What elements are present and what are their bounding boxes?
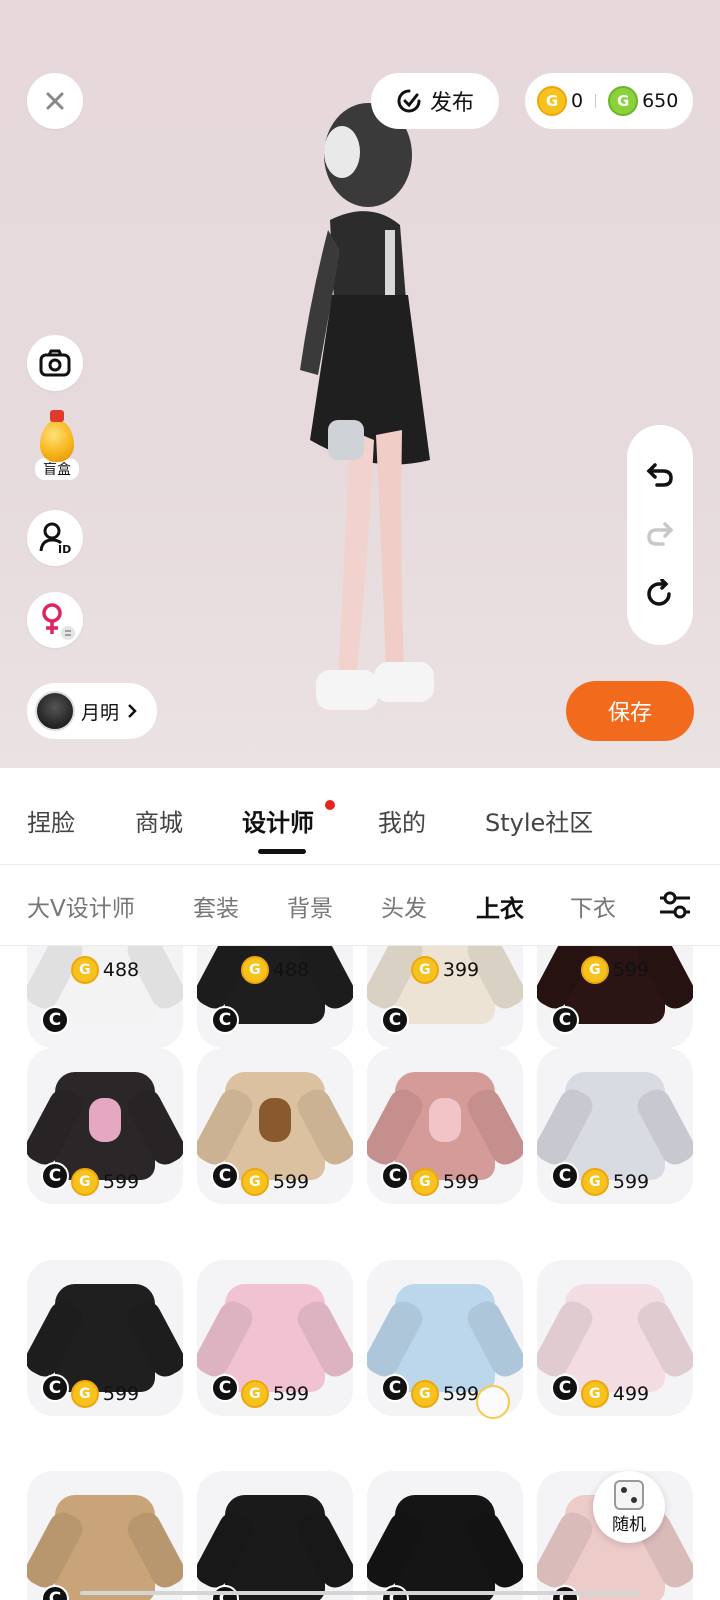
divider — [595, 94, 597, 108]
tab-big-v-designer[interactable]: 大V设计师 — [27, 889, 135, 923]
publish-button[interactable]: 发布 — [371, 73, 499, 129]
publish-icon — [397, 89, 421, 113]
gold-coin-icon: G — [410, 1168, 439, 1196]
gold-coin-icon: G — [70, 1380, 99, 1408]
item-price: G 599 — [197, 1380, 353, 1408]
female-switch-icon — [42, 603, 75, 640]
user-name: 月明 — [81, 701, 120, 724]
category-tab-bar: 大V设计师 套装 背景 头发 上衣 下衣 — [0, 865, 720, 946]
item-price: G 488 — [197, 956, 353, 984]
chevron-right-icon — [128, 704, 137, 718]
plush-decoration — [89, 1098, 121, 1142]
blind-box-button[interactable]: 盲盒 — [27, 410, 87, 486]
creator-badge-icon: C — [41, 1006, 69, 1034]
camera-icon — [39, 349, 71, 377]
item-price: G 599 — [27, 1168, 183, 1196]
tab-face[interactable]: 捏脸 — [27, 803, 75, 838]
avatar — [35, 691, 75, 731]
plush-decoration — [259, 1098, 291, 1142]
item-card[interactable]: C — [367, 1471, 523, 1600]
dice-icon — [614, 1479, 644, 1510]
item-price: G 599 — [537, 956, 693, 984]
publish-label: 发布 — [429, 91, 474, 116]
tab-mall[interactable]: 商城 — [135, 803, 183, 838]
tab-style-community[interactable]: Style社区 — [485, 803, 593, 838]
price-value: 599 — [102, 1171, 140, 1193]
camera-button[interactable] — [27, 335, 83, 391]
selection-ring — [476, 1385, 510, 1419]
tab-outfit[interactable]: 套装 — [193, 889, 239, 923]
price-value: 599 — [442, 1171, 480, 1193]
gold-coin-count: 0 — [571, 90, 584, 112]
price-value: 599 — [612, 959, 650, 981]
price-value: 599 — [102, 1383, 140, 1405]
creator-badge-icon: C — [211, 1006, 239, 1034]
avatar-id-button[interactable]: ID — [27, 510, 83, 566]
user-id-icon: ID — [39, 522, 71, 555]
edit-history-controls — [627, 425, 693, 645]
undo-icon[interactable] — [645, 461, 675, 489]
tab-mine[interactable]: 我的 — [378, 803, 426, 838]
tab-hair[interactable]: 头发 — [381, 889, 427, 923]
price-value: 599 — [612, 1171, 650, 1193]
price-value: 399 — [442, 959, 480, 981]
gender-switch-button[interactable] — [27, 592, 83, 648]
price-value: 599 — [272, 1383, 310, 1405]
plush-decoration — [429, 1098, 461, 1142]
notification-dot — [325, 800, 335, 810]
green-coin-count: 650 — [642, 90, 679, 112]
tab-designer[interactable]: 设计师 — [242, 803, 314, 838]
item-card[interactable]: C — [27, 1471, 183, 1600]
item-price: G 488 — [27, 956, 183, 984]
item-price: G 599 — [197, 1168, 353, 1196]
gold-coin-icon: G — [580, 1380, 609, 1408]
active-tab-indicator — [258, 849, 306, 854]
gold-coin-icon: G — [240, 956, 269, 984]
tab-bottom[interactable]: 下衣 — [570, 889, 616, 923]
gold-coin-icon: G — [537, 86, 567, 116]
tab-background[interactable]: 背景 — [287, 889, 333, 923]
svg-text:ID: ID — [58, 543, 71, 555]
price-value: 499 — [612, 1383, 650, 1405]
main-tab-bar: 捏脸 商城 设计师 我的 Style社区 — [0, 768, 720, 865]
price-value: 488 — [102, 959, 140, 981]
random-button[interactable]: 随机 — [593, 1471, 665, 1543]
reset-icon[interactable] — [645, 579, 675, 609]
gold-coin-icon: G — [410, 956, 439, 984]
item-price: G 599 — [27, 1380, 183, 1408]
item-price: G 399 — [367, 956, 523, 984]
gold-coin-icon: G — [240, 1168, 269, 1196]
price-value: 599 — [272, 1171, 310, 1193]
avatar-stage[interactable]: 发布 G 0 G 650 盲盒 ID 月明 保存 — [0, 0, 720, 768]
avatar-character[interactable] — [290, 100, 450, 730]
blind-box-egg-icon — [40, 410, 74, 462]
close-button[interactable] — [27, 73, 83, 129]
filter-icon[interactable] — [658, 889, 692, 921]
gold-coin-icon: G — [70, 1168, 99, 1196]
creator-badge-icon: C — [381, 1006, 409, 1034]
currency-balance[interactable]: G 0 G 650 — [525, 73, 693, 129]
item-price: G 599 — [367, 1168, 523, 1196]
gold-coin-icon: G — [580, 1168, 609, 1196]
save-button[interactable]: 保存 — [566, 681, 694, 741]
gold-coin-icon: G — [580, 956, 609, 984]
tab-top[interactable]: 上衣 — [476, 889, 524, 924]
price-value: 488 — [272, 959, 310, 981]
item-price: G 599 — [537, 1168, 693, 1196]
price-value: 599 — [442, 1383, 480, 1405]
redo-icon[interactable] — [645, 520, 675, 548]
close-icon — [46, 92, 64, 110]
gold-coin-icon: G — [410, 1380, 439, 1408]
user-profile-chip[interactable]: 月明 — [27, 683, 157, 739]
item-price: G 499 — [537, 1380, 693, 1408]
scroll-indicator[interactable] — [80, 1591, 640, 1595]
creator-badge-icon: C — [551, 1006, 579, 1034]
gold-coin-icon: G — [240, 1380, 269, 1408]
item-card[interactable]: C — [197, 1471, 353, 1600]
gold-coin-icon: G — [70, 956, 99, 984]
random-label: 随机 — [612, 1514, 646, 1535]
green-coin-icon: G — [608, 86, 639, 116]
